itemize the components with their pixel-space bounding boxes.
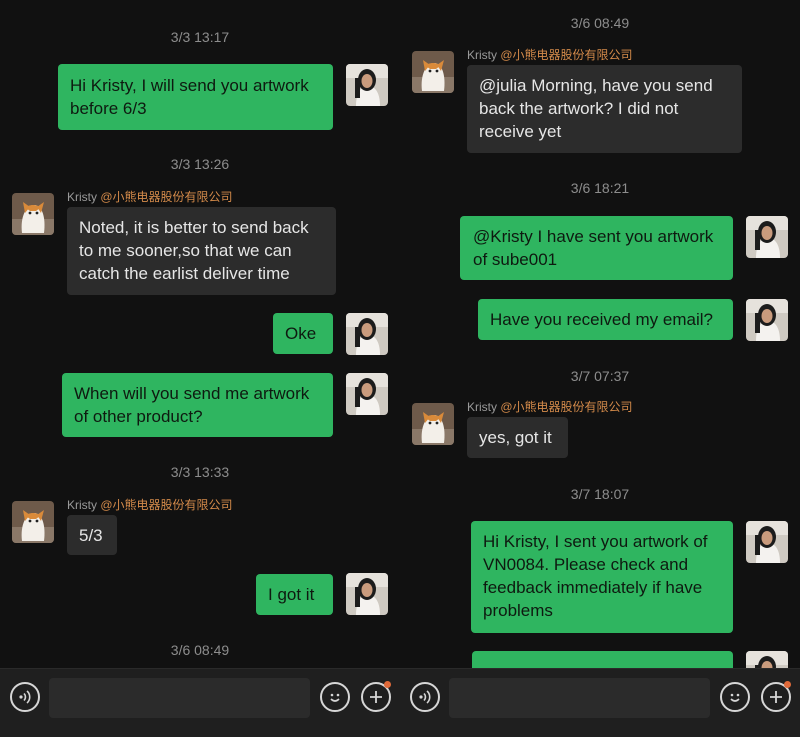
message-line: before 6/3: [70, 99, 147, 118]
message-line: Oke: [285, 324, 317, 343]
message-line: problems: [483, 601, 553, 620]
timestamp: 3/6 08:49: [570, 15, 630, 31]
sender-display-name: Kristy: [67, 190, 97, 204]
sender-display-name: Kristy: [467, 48, 497, 62]
notification-dot: [784, 681, 791, 688]
message-line: @Kristy I have sent you artwork: [473, 227, 714, 246]
chat-panel-right[interactable]: 3/6 08:49 Kristy @小熊电器股份有限公司 @julia Morn…: [400, 0, 800, 737]
sent-message-bubble[interactable]: Oke: [273, 313, 333, 354]
message-line: Hi Kristy, I sent you artwork of: [483, 532, 708, 551]
message-line: @julia Morning, have you send: [479, 76, 713, 95]
chat-panel-left[interactable]: 3/3 13:17 Hi Kristy, I will send you art…: [0, 0, 400, 737]
sender-organization: @小熊电器股份有限公司: [100, 498, 233, 512]
kristy-avatar[interactable]: [412, 51, 454, 93]
message-line: of sube001: [473, 250, 558, 269]
voice-wave-icon[interactable]: [410, 682, 440, 712]
message-line: feedback immediately if have: [483, 578, 703, 597]
sender-display-name: Kristy: [467, 400, 497, 414]
sender-name: Kristy @小熊电器股份有限公司: [467, 398, 633, 415]
timestamp: 3/3 13:17: [170, 29, 230, 45]
julia-avatar[interactable]: [346, 313, 388, 355]
julia-avatar[interactable]: [346, 573, 388, 615]
message-line: Hi Kristy, I will send you artwork: [70, 76, 309, 95]
sent-message-bubble[interactable]: @Kristy I have sent you artwork of sube0…: [460, 216, 733, 280]
sent-message-bubble[interactable]: When will you send me artwork of other p…: [62, 373, 333, 437]
julia-avatar[interactable]: [746, 521, 788, 563]
sender-organization: @小熊电器股份有限公司: [500, 400, 633, 414]
message-input[interactable]: [49, 678, 310, 718]
message-line: VN0084. Please check and: [483, 555, 689, 574]
sender-name: Kristy @小熊电器股份有限公司: [67, 496, 233, 513]
timestamp: 3/6 08:49: [170, 642, 230, 658]
received-message-bubble[interactable]: yes, got it: [467, 417, 568, 458]
message-line: receive yet: [479, 122, 562, 141]
received-message-bubble[interactable]: @julia Morning, have you send back the a…: [467, 65, 742, 153]
message-composer: [400, 668, 800, 737]
message-line: yes, got it: [479, 428, 552, 447]
julia-avatar[interactable]: [746, 299, 788, 341]
kristy-avatar[interactable]: [12, 193, 54, 235]
smiley-emoji-icon[interactable]: [720, 682, 750, 712]
message-line: When will you send me artwork: [74, 384, 310, 403]
timestamp: 3/7 18:07: [570, 486, 630, 502]
sent-message-bubble[interactable]: Hi Kristy, I sent you artwork of VN0084.…: [471, 521, 733, 633]
sent-message-bubble[interactable]: Have you received my email?: [478, 299, 733, 340]
timestamp: 3/3 13:33: [170, 464, 230, 480]
voice-wave-icon[interactable]: [10, 682, 40, 712]
message-line: of other product?: [74, 407, 203, 426]
julia-avatar[interactable]: [346, 64, 388, 106]
message-line: back the artwork? I did not: [479, 99, 679, 118]
smiley-emoji-icon[interactable]: [320, 682, 350, 712]
sender-organization: @小熊电器股份有限公司: [500, 48, 633, 62]
julia-avatar[interactable]: [346, 373, 388, 415]
received-message-bubble[interactable]: 5/3: [67, 515, 117, 555]
timestamp: 3/7 07:37: [570, 368, 630, 384]
message-line: I got it: [268, 585, 315, 604]
timestamp: 3/6 18:21: [570, 180, 630, 196]
sender-name: Kristy @小熊电器股份有限公司: [67, 188, 233, 205]
kristy-avatar[interactable]: [12, 501, 54, 543]
message-line: Noted, it is better to send back: [79, 218, 309, 237]
sender-name: Kristy @小熊电器股份有限公司: [467, 46, 633, 63]
message-composer: [0, 668, 400, 737]
timestamp: 3/3 13:26: [170, 156, 230, 172]
sender-organization: @小熊电器股份有限公司: [100, 190, 233, 204]
message-line: catch the earlist deliver time: [79, 264, 290, 283]
kristy-avatar[interactable]: [412, 403, 454, 445]
sender-display-name: Kristy: [67, 498, 97, 512]
message-line: to me sooner,so that we can: [79, 241, 292, 260]
received-message-bubble[interactable]: Noted, it is better to send back to me s…: [67, 207, 336, 295]
julia-avatar[interactable]: [746, 216, 788, 258]
message-line: 5/3: [79, 526, 103, 545]
message-line: Have you received my email?: [490, 310, 713, 329]
notification-dot: [384, 681, 391, 688]
message-input[interactable]: [449, 678, 710, 718]
sent-message-bubble[interactable]: I got it: [256, 574, 333, 615]
sent-message-bubble[interactable]: Hi Kristy, I will send you artwork befor…: [58, 64, 333, 130]
